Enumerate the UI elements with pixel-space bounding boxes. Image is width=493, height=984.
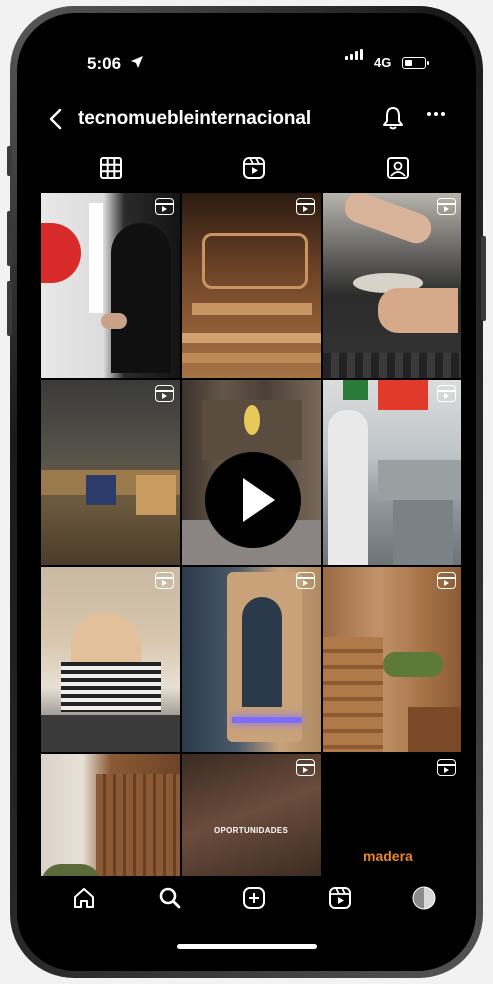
volume-down-button (7, 281, 12, 336)
tab-grid[interactable] (99, 156, 127, 184)
mute-switch (7, 146, 12, 176)
post-thumbnail[interactable] (182, 567, 321, 752)
reel-icon (437, 572, 456, 589)
network-type: 4G (374, 55, 392, 70)
reel-icon (155, 572, 174, 589)
post-thumbnail[interactable] (182, 193, 321, 378)
tab-reels[interactable] (242, 156, 270, 184)
profile-tabs (32, 156, 461, 192)
reel-icon (155, 385, 174, 402)
reel-icon (437, 198, 456, 215)
status-bar: 5:06 4G (32, 32, 461, 82)
bottom-nav (32, 876, 461, 924)
more-options-icon[interactable] (426, 100, 446, 130)
volume-up-button (7, 211, 12, 266)
profile-avatar[interactable] (412, 886, 442, 916)
play-icon (243, 478, 275, 522)
home-icon[interactable] (72, 886, 102, 916)
reel-icon (155, 198, 174, 215)
post-overlay-text: OPORTUNIDADES (214, 826, 289, 835)
reel-icon (437, 759, 456, 776)
location-arrow-icon (130, 55, 144, 72)
reel-icon (437, 385, 456, 402)
profile-header: tecnomuebleinternacional (32, 104, 461, 148)
post-thumbnail[interactable] (323, 193, 461, 378)
reel-icon (296, 759, 315, 776)
profile-username: tecnomuebleinternacional (78, 108, 312, 129)
screen: 5:06 4G tecnomuebleinternacional OPORTUN… (32, 32, 461, 957)
power-button (481, 236, 486, 321)
play-button[interactable] (205, 452, 301, 548)
reel-icon (296, 572, 315, 589)
post-thumbnail[interactable] (41, 380, 180, 565)
create-post-icon[interactable] (242, 886, 272, 916)
post-thumbnail[interactable] (41, 193, 180, 378)
reel-icon (296, 198, 315, 215)
notification-bell-icon[interactable] (382, 106, 404, 135)
post-thumbnail[interactable] (323, 567, 461, 752)
post-thumbnail[interactable] (323, 380, 461, 565)
post-thumbnail[interactable] (41, 567, 180, 752)
status-time: 5:06 (87, 54, 122, 73)
battery-icon (402, 57, 429, 69)
reels-icon[interactable] (328, 886, 358, 916)
search-icon[interactable] (158, 886, 188, 916)
back-icon[interactable] (48, 106, 62, 137)
home-indicator (177, 944, 317, 949)
posts-grid: OPORTUNIDADES madera (41, 193, 461, 911)
post-overlay-text: madera (363, 848, 413, 864)
tab-tagged[interactable] (386, 156, 414, 184)
